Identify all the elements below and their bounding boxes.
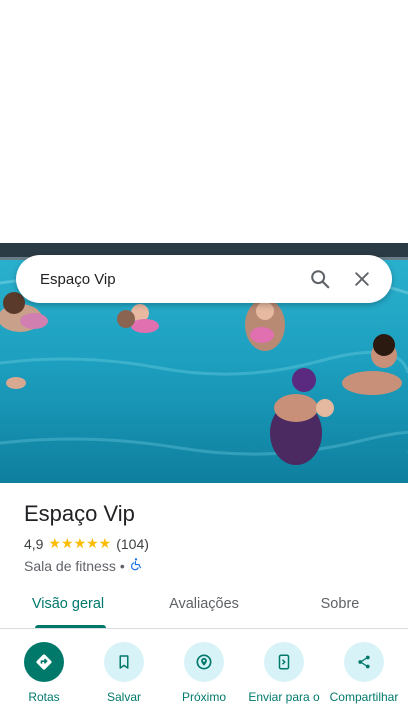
rating-row[interactable]: 4,9 ★★★★★ (104) (24, 535, 392, 552)
separator-dot: • (119, 557, 125, 574)
close-icon[interactable] (344, 261, 380, 297)
save-label: Salvar (106, 690, 141, 704)
action-row: Rotas Salvar Próximo Enviar para o Compa… (0, 642, 408, 704)
wheelchair-icon (129, 557, 143, 574)
search-icon[interactable] (302, 261, 338, 297)
category-label: Sala de fitness (24, 557, 116, 574)
place-info: Espaço Vip 4,9 ★★★★★ (104) Sala de fitne… (24, 500, 392, 574)
bookmark-icon[interactable] (104, 642, 144, 682)
share-icon[interactable] (344, 642, 384, 682)
nearby-icon[interactable] (184, 642, 224, 682)
save-button[interactable]: Salvar (88, 642, 160, 704)
tab-reviews[interactable]: Avaliações (136, 584, 272, 628)
nearby-button[interactable]: Próximo (168, 642, 240, 704)
share-button[interactable]: Compartilhar (328, 642, 400, 704)
place-title: Espaço Vip (24, 501, 135, 526)
review-count[interactable]: (104) (116, 536, 149, 552)
send-to-phone-button[interactable]: Enviar para o (248, 642, 320, 704)
directions-icon[interactable] (24, 642, 64, 682)
tab-bar: Visão geral Avaliações Sobre (0, 584, 408, 629)
rating-value: 4,9 (24, 535, 44, 552)
search-bar[interactable]: Espaço Vip (16, 255, 392, 303)
category-row: Sala de fitness • (24, 557, 392, 574)
send-to-phone-label: Enviar para o (248, 690, 320, 704)
share-label: Compartilhar (329, 690, 399, 704)
tab-overview[interactable]: Visão geral (0, 584, 136, 628)
tab-about[interactable]: Sobre (272, 584, 408, 628)
nearby-label: Próximo (181, 690, 226, 704)
directions-label: Rotas (28, 690, 60, 704)
send-to-phone-icon[interactable] (264, 642, 304, 682)
star-rating: ★★★★★ (48, 535, 112, 551)
search-input[interactable]: Espaço Vip (40, 271, 296, 288)
directions-button[interactable]: Rotas (8, 642, 80, 704)
